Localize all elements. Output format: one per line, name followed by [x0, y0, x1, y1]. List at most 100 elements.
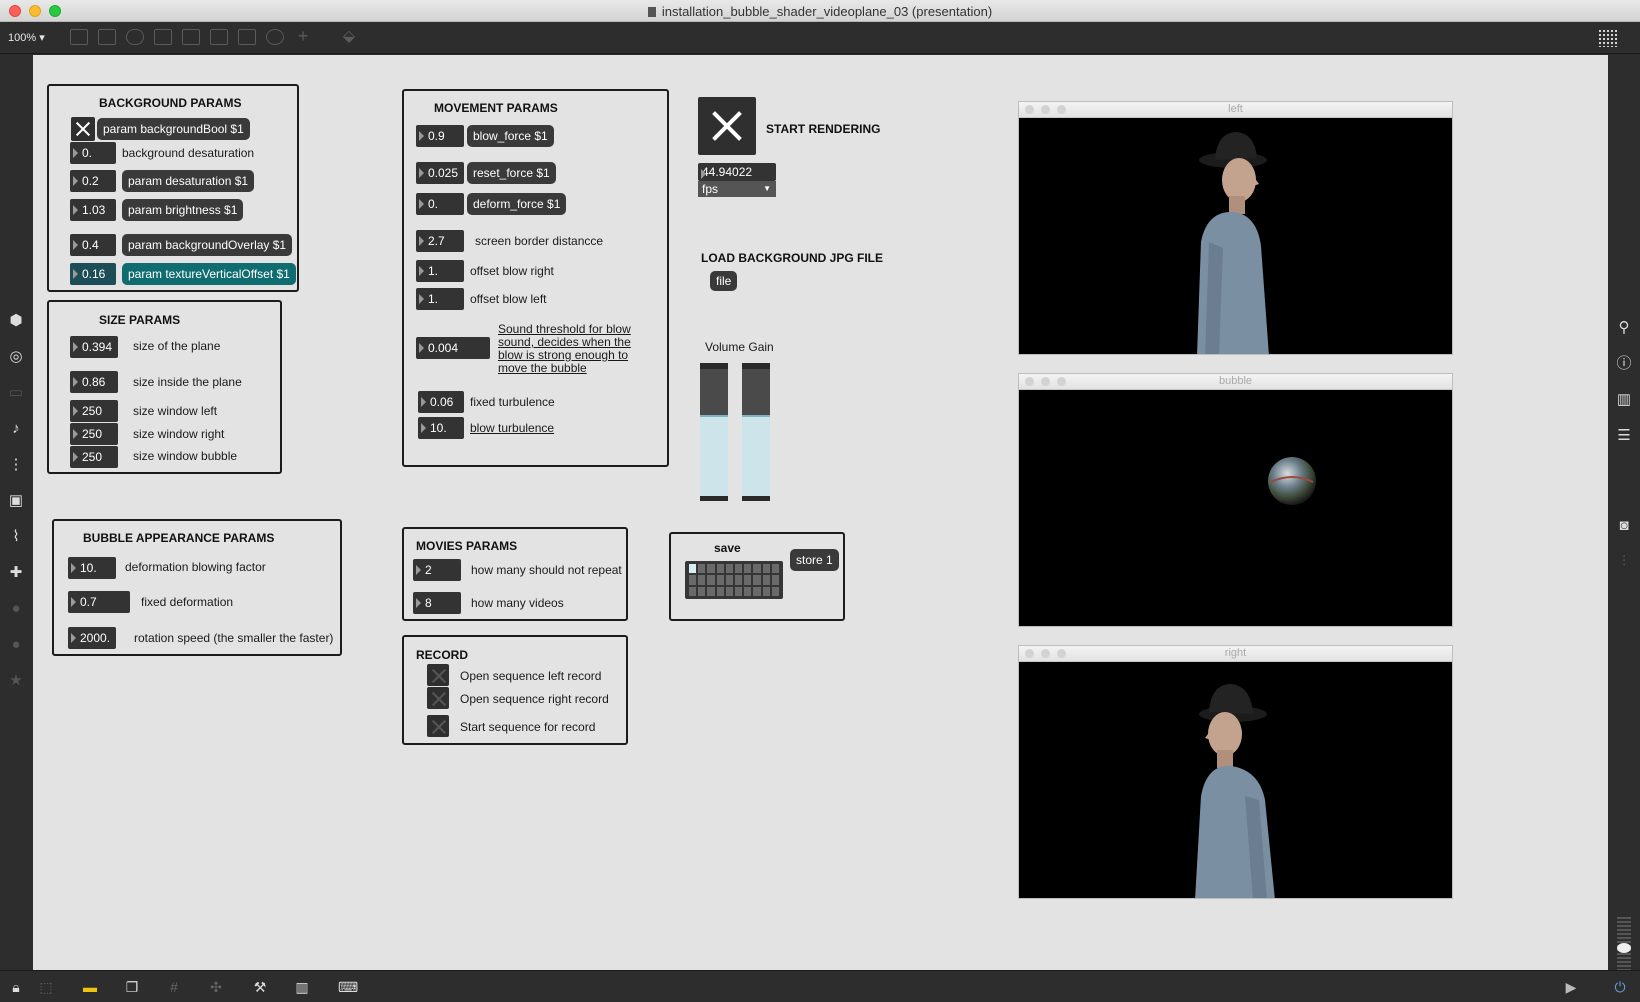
paint-bucket-icon[interactable]: ⬙: [340, 29, 358, 45]
number-box[interactable]: 8: [413, 592, 461, 614]
lock-icon[interactable]: 🔒︎: [8, 979, 24, 995]
number-box[interactable]: 0.06: [418, 391, 464, 413]
book-icon[interactable]: ▥: [1616, 392, 1632, 408]
video-window-left[interactable]: left: [1018, 101, 1453, 355]
number-box[interactable]: 0.86: [70, 371, 118, 393]
keypad-icon[interactable]: ⌨: [338, 979, 358, 995]
preset-grid[interactable]: [685, 561, 783, 599]
param-label: how many videos: [471, 596, 564, 610]
background-bool-toggle[interactable]: [71, 117, 95, 141]
file-button[interactable]: file: [710, 271, 738, 291]
package-icon[interactable]: ⬢: [8, 313, 24, 329]
number-box[interactable]: 250: [70, 400, 118, 422]
record-panel: RECORD Open sequence left record Open se…: [402, 635, 628, 745]
start-record-toggle[interactable]: [427, 715, 449, 737]
volume-gain-slider-left[interactable]: [700, 363, 728, 501]
info-icon[interactable]: ⓘ: [1616, 356, 1632, 372]
panel-title: MOVEMENT PARAMS: [434, 101, 558, 115]
windows-icon[interactable]: ❐: [124, 979, 140, 995]
param-message[interactable]: param textureVerticalOffset $1: [122, 263, 296, 285]
number-box[interactable]: 0.7: [68, 591, 130, 613]
number-box[interactable]: 0.: [70, 142, 116, 164]
plus-icon[interactable]: +: [294, 27, 312, 45]
debug-icon[interactable]: ✣: [208, 979, 224, 995]
record-right-toggle[interactable]: [427, 687, 449, 709]
param-message[interactable]: deform_force $1: [467, 193, 567, 215]
number-box[interactable]: 250: [70, 423, 118, 445]
window-title: installation_bubble_shader_videoplane_03…: [0, 4, 1640, 19]
panel-title: MOVIES PARAMS: [416, 539, 518, 553]
bolt-icon[interactable]: ●: [8, 637, 24, 653]
paperclip-icon[interactable]: ⌇: [8, 529, 24, 545]
zoom-menu[interactable]: 100% ▾: [8, 31, 45, 44]
video-window-bubble[interactable]: bubble: [1018, 373, 1453, 627]
number-box[interactable]: 0.9: [416, 125, 464, 147]
number-box[interactable]: 0.2: [70, 170, 116, 192]
select-icon[interactable]: ⬚: [38, 979, 54, 995]
camera-icon[interactable]: ◙: [1616, 518, 1632, 534]
number-box[interactable]: 0.: [416, 193, 464, 215]
video-frame: [1019, 390, 1452, 626]
number-box[interactable]: 0.025: [416, 162, 464, 184]
image-icon[interactable]: ▣: [8, 493, 24, 509]
number-box[interactable]: 2.7: [416, 230, 464, 252]
patcher-icon[interactable]: ▭: [8, 385, 24, 401]
volume-gain-slider-right[interactable]: [742, 363, 770, 501]
grid-icon[interactable]: [1598, 29, 1618, 47]
presentation-mode-icon[interactable]: ▬: [82, 979, 98, 995]
sequence-icon[interactable]: ⋮: [8, 457, 24, 473]
vimeo-icon[interactable]: ●: [8, 601, 24, 617]
play-icon[interactable]: ▶: [1563, 979, 1579, 995]
plug-icon[interactable]: ✚: [8, 565, 24, 581]
top-toolbar: 100% ▾ + ⬙: [0, 22, 1640, 54]
start-rendering-toggle[interactable]: [698, 97, 756, 155]
record-left-toggle[interactable]: [427, 664, 449, 686]
toggle-object-icon[interactable]: [154, 29, 172, 45]
number-box[interactable]: 2000.: [68, 627, 116, 649]
param-label: size window left: [133, 404, 218, 418]
list-icon[interactable]: ☰: [1616, 428, 1632, 444]
number-box[interactable]: 10.: [418, 417, 464, 439]
param-message[interactable]: param backgroundOverlay $1: [122, 234, 293, 256]
store-button[interactable]: store 1: [790, 549, 839, 571]
video-window-right[interactable]: right: [1018, 645, 1453, 899]
bottom-toolbar: 🔒︎ ⬚ ▬ ❐ # ✣ ⚒ ▥ ⌨ ▶ ⏻: [0, 970, 1640, 1002]
star-icon[interactable]: ★: [8, 673, 24, 689]
target-icon[interactable]: ◎: [8, 349, 24, 365]
number-box[interactable]: 1.: [416, 288, 464, 310]
number-box[interactable]: 10.: [68, 557, 116, 579]
param-message[interactable]: reset_force $1: [467, 162, 556, 184]
number-object-icon[interactable]: [210, 29, 228, 45]
comment-object-icon[interactable]: [98, 29, 116, 45]
presentation-canvas: BACKGROUND PARAMS param backgroundBool $…: [33, 55, 1608, 970]
button-object-icon[interactable]: [182, 29, 200, 45]
search-icon[interactable]: ⚲: [1616, 320, 1632, 336]
param-message[interactable]: param desaturation $1: [122, 170, 255, 192]
number-box[interactable]: 0.004: [416, 337, 490, 359]
panel-title: RECORD: [416, 648, 469, 662]
param-message[interactable]: param brightness $1: [122, 199, 244, 221]
wrench-icon[interactable]: ⚒: [252, 979, 268, 995]
number-box[interactable]: 0.4: [70, 234, 116, 256]
number-box[interactable]: 0.394: [70, 336, 118, 358]
number-box[interactable]: 250: [70, 446, 118, 468]
number-box[interactable]: 0.16: [70, 263, 116, 285]
mixer-icon[interactable]: ⫶: [1616, 554, 1632, 570]
grid-snap-icon[interactable]: #: [166, 979, 182, 995]
dial-object-icon[interactable]: [266, 29, 284, 45]
number-box[interactable]: 2: [413, 559, 461, 581]
background-bool-message[interactable]: param backgroundBool $1: [97, 118, 250, 140]
number-box[interactable]: 1.: [416, 260, 464, 282]
fps-unit-menu[interactable]: fps ▼: [698, 181, 776, 197]
slider-object-icon[interactable]: [238, 29, 256, 45]
keyboard-piano-icon[interactable]: ▥: [294, 979, 310, 995]
message-object-icon[interactable]: [70, 29, 88, 45]
power-icon[interactable]: ⏻: [1612, 979, 1628, 995]
music-note-icon[interactable]: ♪: [8, 421, 24, 437]
speech-bubble-icon[interactable]: [126, 29, 144, 45]
bubble-appearance-panel: BUBBLE APPEARANCE PARAMS 10. deformation…: [52, 519, 342, 656]
param-message[interactable]: blow_force $1: [467, 125, 554, 147]
param-label: fixed deformation: [141, 595, 234, 609]
param-label: blow turbulence: [470, 421, 555, 435]
number-box[interactable]: 1.03: [70, 199, 116, 221]
